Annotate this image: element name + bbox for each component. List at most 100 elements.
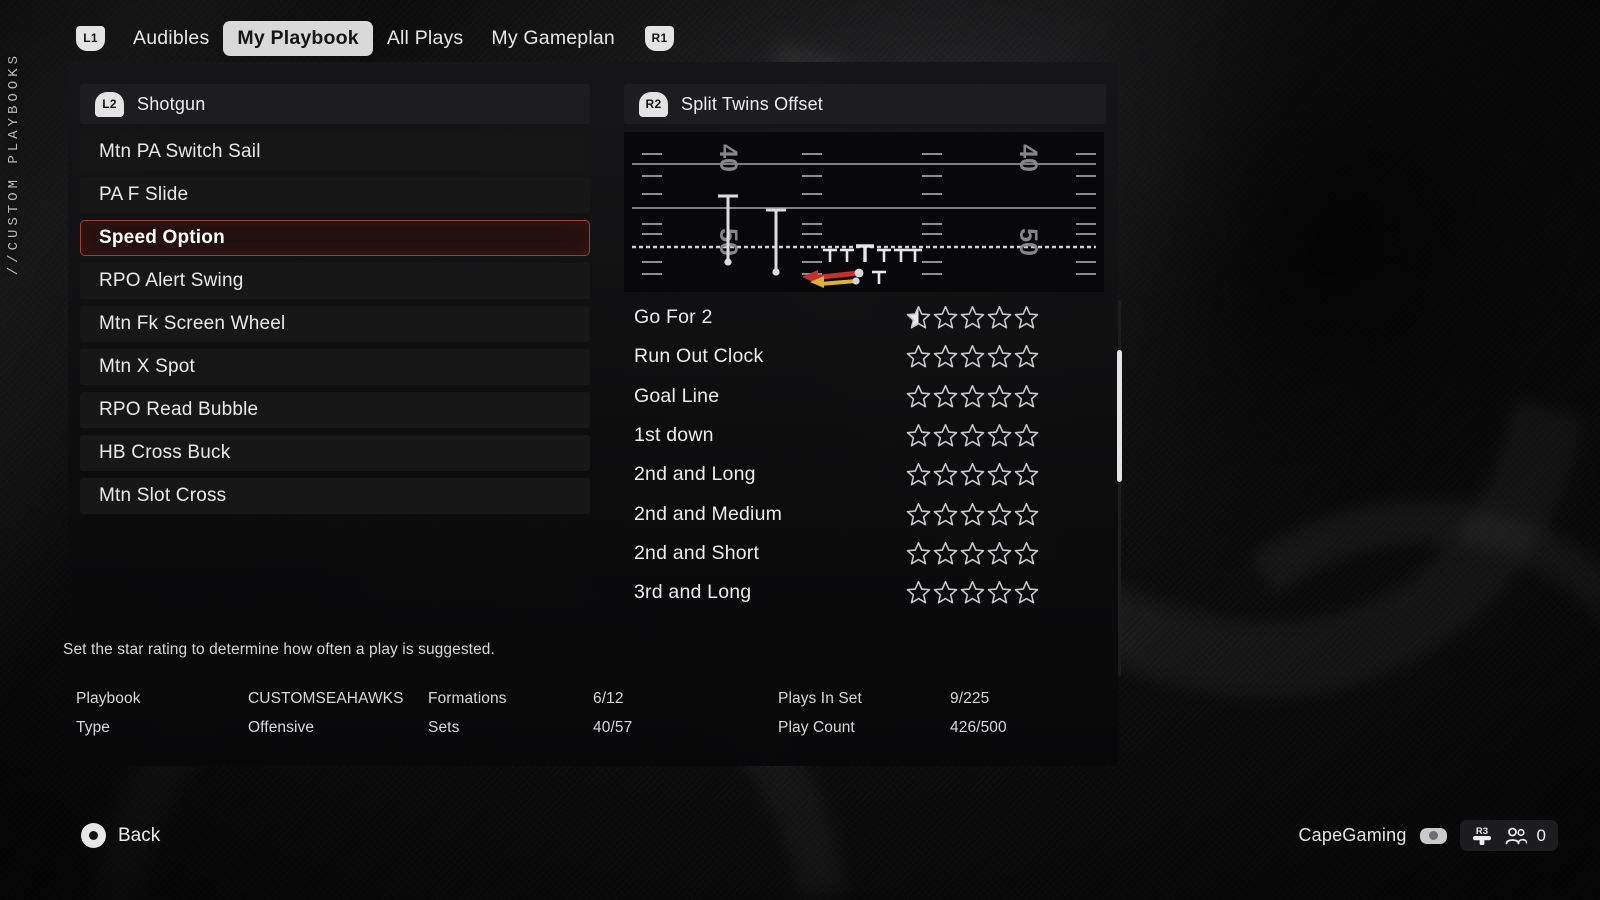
r1-bumper-icon[interactable]: R1 xyxy=(644,25,674,51)
situation-row[interactable]: 1st down xyxy=(624,416,1106,455)
star-icon[interactable] xyxy=(933,305,958,330)
stat-value-plays-in-set: 9/225 xyxy=(950,690,990,707)
star-icon[interactable] xyxy=(987,305,1012,330)
situation-row[interactable]: Go For 2 xyxy=(624,298,1106,337)
star-icon[interactable] xyxy=(987,580,1012,605)
play-list-item[interactable]: Mtn Slot Cross xyxy=(80,478,590,514)
star-icon[interactable] xyxy=(987,462,1012,487)
situation-label: Run Out Clock xyxy=(634,345,764,368)
play-list-item[interactable]: PA F Slide xyxy=(80,177,590,213)
situation-label: 2nd and Short xyxy=(634,541,760,564)
star-icon[interactable] xyxy=(1014,305,1039,330)
tab-my-gameplan[interactable]: My Gameplan xyxy=(477,21,629,56)
star-icon[interactable] xyxy=(906,423,931,448)
gamertag-label: CapeGaming xyxy=(1298,825,1407,845)
set-header[interactable]: R2 Split Twins Offset xyxy=(624,84,1106,124)
star-rating[interactable] xyxy=(906,305,1039,330)
situation-row[interactable]: 2nd and Medium xyxy=(624,494,1106,533)
situation-row[interactable]: 2nd and Long xyxy=(624,455,1106,494)
star-icon[interactable] xyxy=(933,344,958,369)
playbook-panel: L2 Shotgun R2 Split Twins Offset Mtn PA … xyxy=(68,62,1122,766)
star-icon[interactable] xyxy=(1014,580,1039,605)
controller-icon xyxy=(1419,827,1447,844)
situation-scrollbar-thumb[interactable] xyxy=(1117,350,1122,482)
stat-value-play-count: 426/500 xyxy=(950,719,1007,736)
circle-button-icon xyxy=(81,823,106,848)
formation-header[interactable]: L2 Shotgun xyxy=(80,84,590,124)
stat-value-formations: 6/12 xyxy=(593,690,624,707)
play-list-item[interactable]: Mtn Fk Screen Wheel xyxy=(80,306,590,342)
situation-row[interactable]: 2nd and Short xyxy=(624,534,1106,573)
l2-trigger-icon[interactable]: L2 xyxy=(95,91,124,117)
star-icon[interactable] xyxy=(960,502,985,527)
footer-right-group: CapeGaming R3 0 xyxy=(1298,820,1558,851)
star-icon[interactable] xyxy=(906,384,931,409)
play-list: Mtn PA Switch Sail PA F Slide Speed Opti… xyxy=(80,134,590,521)
star-rating[interactable] xyxy=(906,580,1039,605)
star-rating[interactable] xyxy=(906,541,1039,566)
star-icon[interactable] xyxy=(906,305,931,330)
tab-my-playbook[interactable]: My Playbook xyxy=(223,20,373,56)
play-art-svg: 40 50 40 50 xyxy=(624,132,1104,292)
star-icon[interactable] xyxy=(960,423,985,448)
star-rating[interactable] xyxy=(906,462,1039,487)
star-icon[interactable] xyxy=(933,580,958,605)
star-icon[interactable] xyxy=(906,580,931,605)
back-button-label: Back xyxy=(118,824,161,846)
play-list-item[interactable]: Mtn PA Switch Sail xyxy=(80,134,590,170)
tab-audibles[interactable]: Audibles xyxy=(119,21,223,56)
star-icon[interactable] xyxy=(906,344,931,369)
star-icon[interactable] xyxy=(906,502,931,527)
star-rating[interactable] xyxy=(906,502,1039,527)
star-rating[interactable] xyxy=(906,344,1039,369)
star-icon[interactable] xyxy=(960,344,985,369)
star-icon[interactable] xyxy=(906,462,931,487)
star-icon[interactable] xyxy=(933,384,958,409)
star-icon[interactable] xyxy=(1014,541,1039,566)
play-list-item[interactable]: HB Cross Buck xyxy=(80,435,590,471)
star-icon[interactable] xyxy=(933,541,958,566)
star-icon[interactable] xyxy=(960,541,985,566)
play-list-item[interactable]: Mtn X Spot xyxy=(80,349,590,385)
star-icon[interactable] xyxy=(960,580,985,605)
star-icon[interactable] xyxy=(960,462,985,487)
set-name: Split Twins Offset xyxy=(681,93,823,114)
play-list-item[interactable]: RPO Alert Swing xyxy=(80,263,590,299)
star-icon[interactable] xyxy=(933,502,958,527)
play-list-item-selected[interactable]: Speed Option xyxy=(80,220,590,256)
playbook-stats: Playbook CUSTOMSEAHAWKS Formations 6/12 … xyxy=(76,690,1086,737)
star-icon[interactable] xyxy=(933,462,958,487)
play-art-diagram: 40 50 40 50 xyxy=(624,132,1104,292)
star-icon[interactable] xyxy=(933,423,958,448)
l1-bumper-icon[interactable]: L1 xyxy=(76,25,105,51)
stat-label-play-count: Play Count xyxy=(778,719,855,736)
star-icon[interactable] xyxy=(906,541,931,566)
stat-label-formations: Formations xyxy=(428,690,507,707)
star-icon[interactable] xyxy=(960,305,985,330)
star-icon[interactable] xyxy=(1014,423,1039,448)
r2-trigger-icon[interactable]: R2 xyxy=(639,91,668,117)
r3-stick-icon: R3 xyxy=(1472,826,1491,845)
star-icon[interactable] xyxy=(987,344,1012,369)
svg-text:40: 40 xyxy=(1014,144,1042,172)
star-rating[interactable] xyxy=(906,384,1039,409)
party-button[interactable]: R3 0 xyxy=(1459,820,1558,851)
play-list-item[interactable]: RPO Read Bubble xyxy=(80,392,590,428)
tab-all-plays[interactable]: All Plays xyxy=(373,21,478,56)
star-icon[interactable] xyxy=(987,423,1012,448)
star-icon[interactable] xyxy=(987,502,1012,527)
situation-row[interactable]: Goal Line xyxy=(624,377,1106,416)
situation-row[interactable]: 3rd and Long xyxy=(624,573,1106,612)
back-button[interactable]: Back xyxy=(81,823,160,848)
star-icon[interactable] xyxy=(987,384,1012,409)
star-icon[interactable] xyxy=(960,384,985,409)
situation-label: 2nd and Long xyxy=(634,463,756,486)
star-icon[interactable] xyxy=(1014,344,1039,369)
app-root: //CUSTOM PLAYBOOKS L1 Audibles My Playbo… xyxy=(0,0,1600,900)
star-icon[interactable] xyxy=(987,541,1012,566)
star-icon[interactable] xyxy=(1014,462,1039,487)
star-icon[interactable] xyxy=(1014,502,1039,527)
star-icon[interactable] xyxy=(1014,384,1039,409)
situation-row[interactable]: Run Out Clock xyxy=(624,337,1106,376)
star-rating[interactable] xyxy=(906,423,1039,448)
